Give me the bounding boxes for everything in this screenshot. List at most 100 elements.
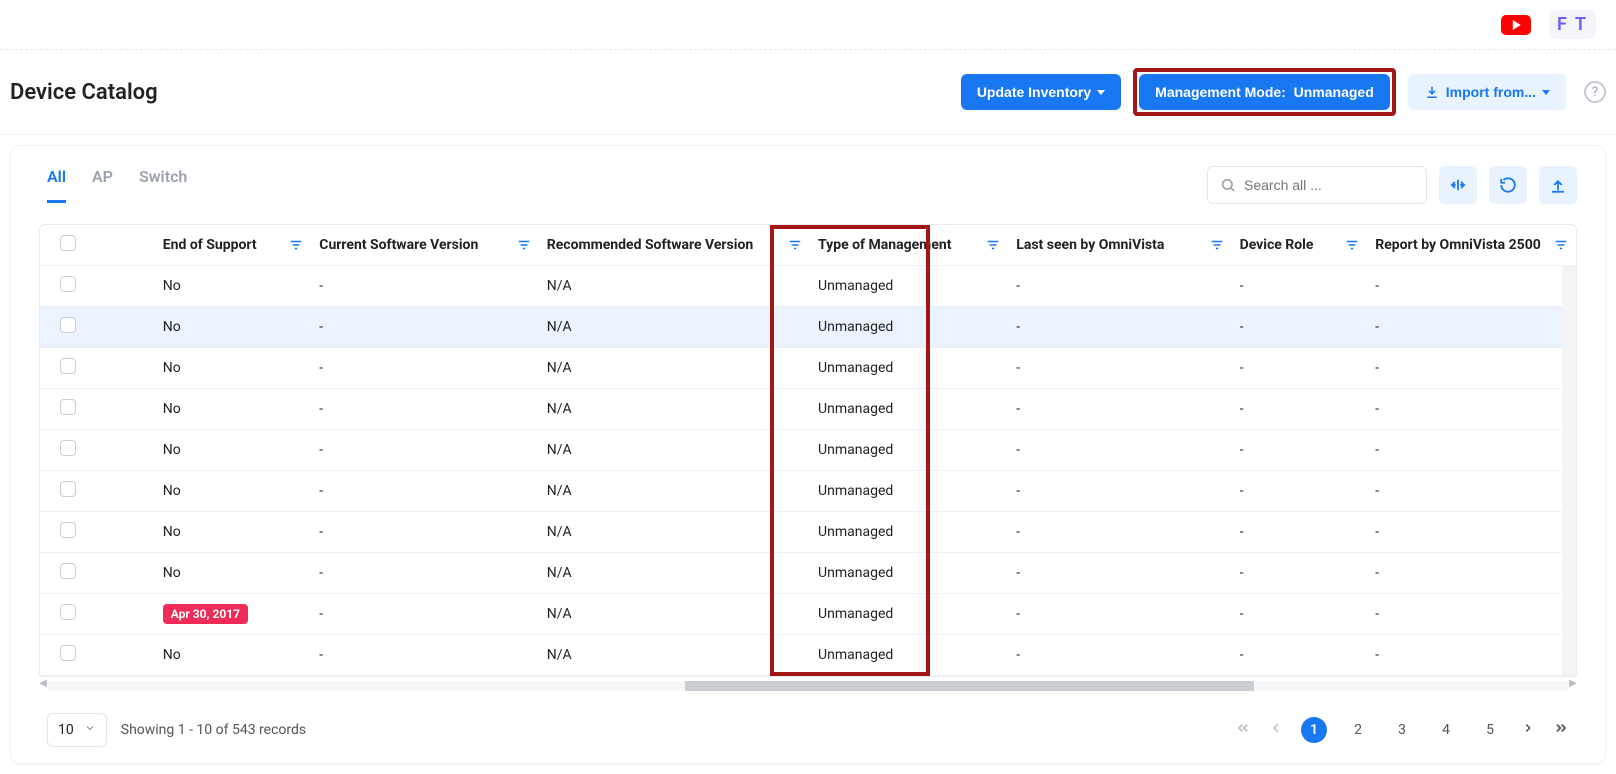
table-row[interactable]: No-N/AUnmanaged--- <box>40 430 1576 471</box>
youtube-icon[interactable] <box>1501 15 1531 35</box>
row-blank <box>96 471 154 512</box>
pager-page-2[interactable]: 2 <box>1345 717 1371 743</box>
import-from-button[interactable]: Import from... <box>1408 74 1566 110</box>
user-initials[interactable]: F T <box>1549 10 1596 39</box>
row-checkbox[interactable] <box>60 481 76 497</box>
management-mode-button[interactable]: Management Mode: Unmanaged <box>1139 74 1390 110</box>
scroll-thumb[interactable] <box>685 681 1254 691</box>
column-header[interactable]: Last seen by OmniVista <box>1008 225 1231 266</box>
caret-down-icon <box>1097 90 1105 95</box>
cell-end-of-support: No <box>155 635 312 676</box>
cell-current-software-version: - <box>311 635 538 676</box>
pager-prev-button[interactable] <box>1269 721 1283 739</box>
column-header-label: End of Support <box>163 237 257 253</box>
search-input[interactable] <box>1244 177 1414 193</box>
update-inventory-button[interactable]: Update Inventory <box>961 74 1121 110</box>
column-header[interactable]: End of Support <box>155 225 312 266</box>
cell-current-software-version: - <box>311 594 538 635</box>
column-header[interactable]: Report by OmniVista 2500 <box>1367 225 1576 266</box>
tab-ap[interactable]: AP <box>92 167 113 203</box>
pager-page-5[interactable]: 5 <box>1477 717 1503 743</box>
cell-last-seen: - <box>1008 471 1231 512</box>
refresh-button[interactable] <box>1489 166 1527 204</box>
row-checkbox[interactable] <box>60 645 76 661</box>
cell-recommended-software-version: N/A <box>539 307 810 348</box>
column-header[interactable]: Recommended Software Version <box>539 225 810 266</box>
row-checkbox[interactable] <box>60 399 76 415</box>
table-wrap: End of SupportCurrent Software VersionRe… <box>39 224 1577 677</box>
filter-icon[interactable] <box>1210 238 1224 252</box>
cell-current-software-version: - <box>311 348 538 389</box>
pager-last-button[interactable] <box>1553 720 1569 740</box>
cell-report-by: - <box>1367 389 1576 430</box>
cell-device-role: - <box>1232 635 1368 676</box>
table-row[interactable]: No-N/AUnmanaged--- <box>40 553 1576 594</box>
cell-last-seen: - <box>1008 594 1231 635</box>
device-table: End of SupportCurrent Software VersionRe… <box>40 225 1576 676</box>
cell-report-by: - <box>1367 348 1576 389</box>
table-row[interactable]: Apr 30, 2017-N/AUnmanaged--- <box>40 594 1576 635</box>
cell-device-role: - <box>1232 512 1368 553</box>
column-header[interactable]: Current Software Version <box>311 225 538 266</box>
cell-recommended-software-version: N/A <box>539 389 810 430</box>
pager: 12345 <box>1235 717 1569 743</box>
filter-icon[interactable] <box>289 238 303 252</box>
page-size-select[interactable]: 10 <box>47 713 107 747</box>
filter-icon[interactable] <box>1554 238 1568 252</box>
cell-recommended-software-version: N/A <box>539 512 810 553</box>
cell-type-of-management: Unmanaged <box>810 635 1008 676</box>
row-checkbox[interactable] <box>60 358 76 374</box>
row-checkbox[interactable] <box>60 604 76 620</box>
column-header[interactable]: Type of Management <box>810 225 1008 266</box>
table-row[interactable]: No-N/AUnmanaged--- <box>40 266 1576 307</box>
vertical-scrollbar[interactable] <box>1562 265 1576 676</box>
filter-icon[interactable] <box>517 238 531 252</box>
cell-end-of-support: No <box>155 471 312 512</box>
cell-end-of-support: Apr 30, 2017 <box>155 594 312 635</box>
filter-icon[interactable] <box>986 238 1000 252</box>
table-row[interactable]: No-N/AUnmanaged--- <box>40 635 1576 676</box>
row-checkbox[interactable] <box>60 522 76 538</box>
search-icon <box>1220 177 1236 193</box>
cell-last-seen: - <box>1008 307 1231 348</box>
page-header: Device Catalog Update Inventory Manageme… <box>0 50 1616 135</box>
tab-all[interactable]: All <box>47 167 66 203</box>
cell-last-seen: - <box>1008 389 1231 430</box>
help-icon[interactable]: ? <box>1584 81 1606 103</box>
tab-switch[interactable]: Switch <box>139 167 187 203</box>
table-row[interactable]: No-N/AUnmanaged--- <box>40 389 1576 430</box>
update-inventory-label: Update Inventory <box>977 84 1091 100</box>
pager-next-button[interactable] <box>1521 721 1535 739</box>
pager-page-4[interactable]: 4 <box>1433 717 1459 743</box>
export-button[interactable] <box>1539 166 1577 204</box>
horizontal-scrollbar[interactable]: ◀ ▶ <box>39 677 1577 695</box>
pager-first-button[interactable] <box>1235 720 1251 740</box>
row-checkbox[interactable] <box>60 276 76 292</box>
table-row[interactable]: No-N/AUnmanaged--- <box>40 348 1576 389</box>
column-header[interactable]: Device Role <box>1232 225 1368 266</box>
fit-columns-button[interactable] <box>1439 166 1477 204</box>
pager-page-1[interactable]: 1 <box>1301 717 1327 743</box>
scroll-right-icon[interactable]: ▶ <box>1565 678 1581 689</box>
filter-icon[interactable] <box>788 238 802 252</box>
row-blank <box>96 635 154 676</box>
cell-last-seen: - <box>1008 553 1231 594</box>
pager-page-3[interactable]: 3 <box>1389 717 1415 743</box>
page-title: Device Catalog <box>10 80 158 105</box>
table-row[interactable]: No-N/AUnmanaged--- <box>40 512 1576 553</box>
table-row[interactable]: No-N/AUnmanaged--- <box>40 471 1576 512</box>
select-all-checkbox[interactable] <box>60 235 76 251</box>
row-checkbox[interactable] <box>60 563 76 579</box>
row-checkbox[interactable] <box>60 440 76 456</box>
management-mode-label: Management Mode: <box>1155 84 1286 100</box>
search-input-wrap[interactable] <box>1207 166 1427 204</box>
cell-type-of-management: Unmanaged <box>810 430 1008 471</box>
table-row[interactable]: No-N/AUnmanaged--- <box>40 307 1576 348</box>
management-mode-value: Unmanaged <box>1294 84 1374 100</box>
row-checkbox[interactable] <box>60 317 76 333</box>
cell-end-of-support: No <box>155 389 312 430</box>
filter-icon[interactable] <box>1345 238 1359 252</box>
cell-end-of-support: No <box>155 307 312 348</box>
cell-type-of-management: Unmanaged <box>810 389 1008 430</box>
row-blank <box>96 553 154 594</box>
